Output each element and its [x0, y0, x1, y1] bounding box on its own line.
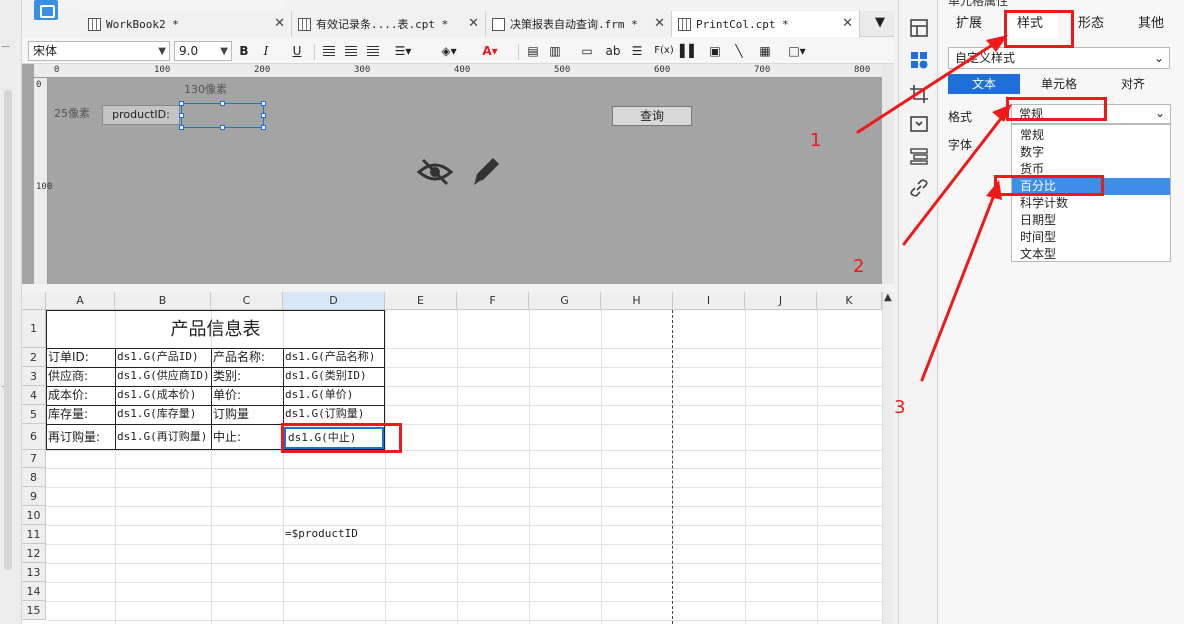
annotation-arrows	[856, 35, 1012, 382]
annotation-number: 2	[853, 256, 865, 277]
annotation-number: 3	[894, 397, 906, 418]
annotation-number: 1	[810, 130, 822, 151]
